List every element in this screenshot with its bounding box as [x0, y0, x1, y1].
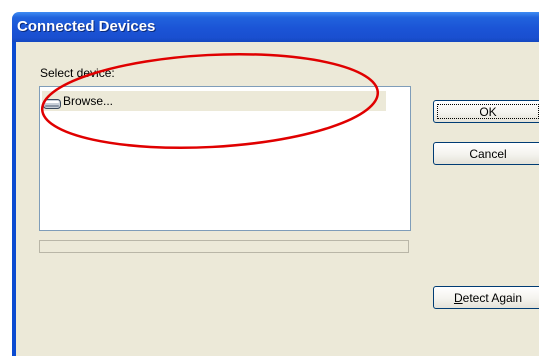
device-list-item-browse[interactable]: Browse... — [42, 91, 386, 111]
detect-again-rest: etect Again — [462, 290, 523, 305]
connected-devices-window: Connected Devices Select device: Browse.… — [12, 12, 539, 356]
detect-again-button[interactable]: Detect Again — [433, 286, 539, 309]
device-listbox[interactable]: Browse... — [39, 86, 411, 231]
cancel-button[interactable]: Cancel — [433, 142, 539, 165]
title-bar[interactable]: Connected Devices — [12, 12, 539, 42]
cancel-button-label: Cancel — [469, 146, 507, 161]
window-title: Connected Devices — [17, 18, 156, 35]
select-device-label: Select device: — [40, 66, 115, 80]
detect-again-button-label: Detect Again — [454, 291, 522, 305]
focus-ring — [437, 104, 539, 119]
ok-button[interactable]: OK — [433, 100, 539, 123]
drive-icon — [43, 96, 61, 109]
detection-progress-bar — [39, 240, 409, 253]
detect-again-mnemonic: D — [453, 290, 463, 305]
device-list-item-label: Browse... — [63, 94, 114, 108]
dialog-client-area: Select device: Browse... OK Cancel Detec… — [16, 42, 539, 356]
